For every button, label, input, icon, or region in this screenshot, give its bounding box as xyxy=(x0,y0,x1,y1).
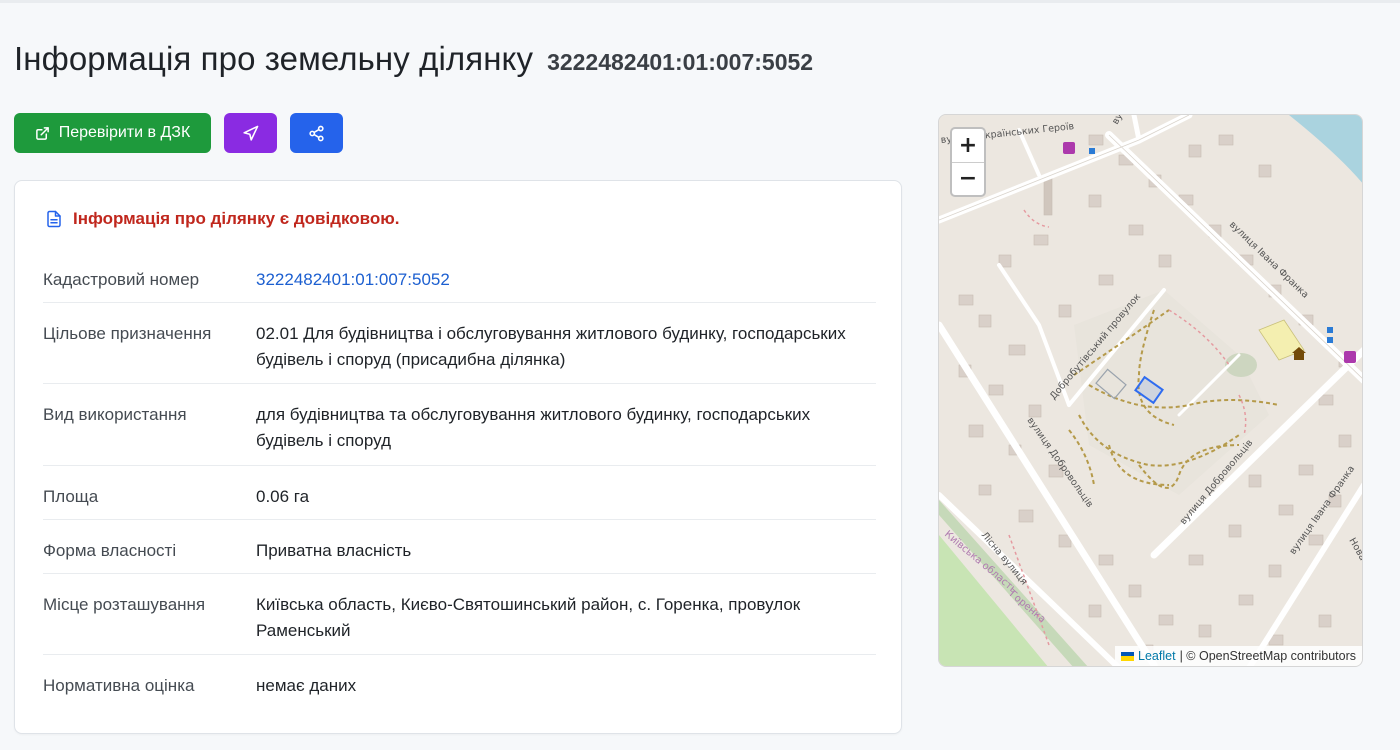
page-title: Інформація про земельну ділянку xyxy=(14,40,534,77)
info-row-valuation: Нормативна оцінка немає даних xyxy=(43,655,876,715)
page-header: Інформація про земельну ділянку 32224824… xyxy=(14,40,813,78)
attribution-text: | © OpenStreetMap contributors xyxy=(1179,649,1356,663)
info-label: Вид використання xyxy=(43,405,187,424)
info-table: Кадастровий номер 3222482401:01:007:5052… xyxy=(43,255,876,715)
info-row-location: Місце розташування Київська область, Киє… xyxy=(43,574,876,655)
leaflet-link[interactable]: Leaflet xyxy=(1138,649,1176,663)
zoom-in-button[interactable]: + xyxy=(952,129,984,163)
info-label: Форма власності xyxy=(43,541,177,560)
parcel-info-card: Інформація про ділянку є довідковою. Кад… xyxy=(14,180,902,734)
zoom-control: + − xyxy=(950,127,986,197)
map-tiles[interactable]: вулиця Українських Героїв вулиця Івана Ф… xyxy=(939,115,1363,667)
share-icon xyxy=(309,125,324,141)
zoom-out-button[interactable]: − xyxy=(952,163,984,196)
info-label: Нормативна оцінка xyxy=(43,676,195,695)
info-row-purpose: Цільове призначення 02.01 Для будівництв… xyxy=(43,303,876,384)
top-border xyxy=(0,0,1400,3)
ukraine-flag-icon xyxy=(1121,651,1135,661)
reference-notice: Інформація про ділянку є довідковою. xyxy=(45,209,400,229)
notice-text: Інформація про ділянку є довідковою. xyxy=(73,209,400,228)
info-label: Кадастровий номер xyxy=(43,270,200,289)
check-dzk-label: Перевірити в ДЗК xyxy=(58,124,191,141)
share-button[interactable] xyxy=(290,113,343,153)
info-row-area: Площа 0.06 га xyxy=(43,466,876,520)
info-value: Київська область, Києво-Святошинський ра… xyxy=(256,595,801,640)
cadastral-number-link[interactable]: 3222482401:01:007:5052 xyxy=(256,267,876,302)
info-row-ownership: Форма власності Приватна власність xyxy=(43,520,876,574)
info-value: немає даних xyxy=(256,676,357,695)
send-arrow-icon xyxy=(243,125,259,141)
map-attribution: Leaflet | © OpenStreetMap contributors xyxy=(1115,646,1362,666)
info-value: Приватна власність xyxy=(256,541,412,560)
info-label: Місце розташування xyxy=(43,595,206,614)
info-label: Площа xyxy=(43,487,99,506)
external-link-icon xyxy=(35,126,49,140)
parcel-map[interactable]: вулиця Українських Героїв вулиця Івана Ф… xyxy=(938,114,1363,667)
check-dzk-button[interactable]: Перевірити в ДЗК xyxy=(14,113,211,153)
info-row-cadastral: Кадастровий номер 3222482401:01:007:5052 xyxy=(43,255,876,303)
info-label: Цільове призначення xyxy=(43,324,212,343)
info-value: 0.06 га xyxy=(256,487,310,506)
action-bar: Перевірити в ДЗК xyxy=(14,113,343,153)
header-cadastral-number: 3222482401:01:007:5052 xyxy=(547,49,814,75)
info-row-usage: Вид використання для будівництва та обсл… xyxy=(43,384,876,466)
navigate-button[interactable] xyxy=(224,113,277,153)
info-value: 02.01 Для будівництва і обслуговування ж… xyxy=(256,324,846,369)
document-icon xyxy=(47,210,61,228)
info-value: для будівництва та обслуговування житлов… xyxy=(256,405,811,450)
